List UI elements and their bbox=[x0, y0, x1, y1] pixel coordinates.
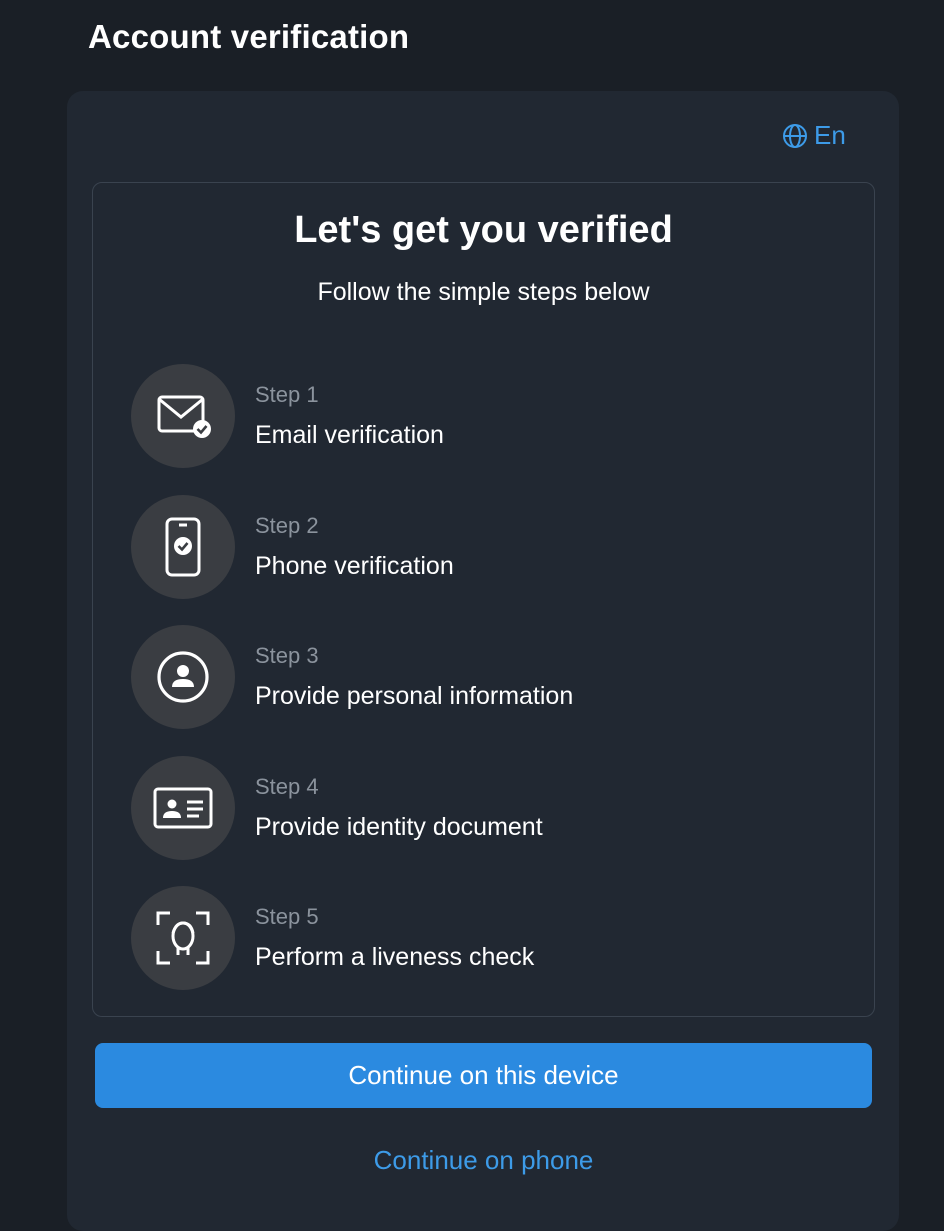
step-item-identity-document: Step 4 Provide identity document bbox=[131, 756, 831, 860]
step-item-personal-info: Step 3 Provide personal information bbox=[131, 625, 831, 729]
face-scan-icon bbox=[154, 909, 212, 967]
page-title: Account verification bbox=[88, 18, 410, 55]
step-title: Provide personal information bbox=[255, 682, 574, 710]
step-icon-circle bbox=[131, 364, 235, 468]
step-icon-circle bbox=[131, 886, 235, 990]
email-check-icon bbox=[153, 391, 213, 441]
step-item-email: Step 1 Email verification bbox=[131, 364, 831, 468]
intro-heading: Let's get you verified bbox=[294, 209, 673, 251]
step-icon-circle bbox=[131, 495, 235, 599]
step-icon-circle bbox=[131, 625, 235, 729]
step-title: Email verification bbox=[255, 421, 444, 449]
step-title: Perform a liveness check bbox=[255, 943, 535, 971]
step-item-liveness: Step 5 Perform a liveness check bbox=[131, 886, 831, 990]
continue-on-device-button[interactable]: Continue on this device bbox=[95, 1043, 872, 1108]
step-icon-circle bbox=[131, 756, 235, 860]
globe-icon bbox=[782, 123, 808, 149]
step-number: Step 5 bbox=[255, 904, 319, 929]
step-number: Step 1 bbox=[255, 382, 319, 407]
continue-on-phone-link[interactable]: Continue on phone bbox=[95, 1145, 872, 1176]
step-number: Step 2 bbox=[255, 513, 319, 538]
step-title: Phone verification bbox=[255, 552, 454, 580]
step-number: Step 3 bbox=[255, 643, 319, 668]
user-circle-icon bbox=[155, 649, 211, 705]
step-title: Provide identity document bbox=[255, 813, 543, 841]
intro-subheading: Follow the simple steps below bbox=[317, 278, 650, 306]
step-item-phone: Step 2 Phone verification bbox=[131, 495, 831, 599]
language-selector[interactable]: En bbox=[782, 120, 846, 151]
phone-check-icon bbox=[163, 516, 203, 578]
step-number: Step 4 bbox=[255, 774, 319, 799]
id-card-icon bbox=[152, 785, 214, 831]
language-label: En bbox=[814, 120, 846, 150]
